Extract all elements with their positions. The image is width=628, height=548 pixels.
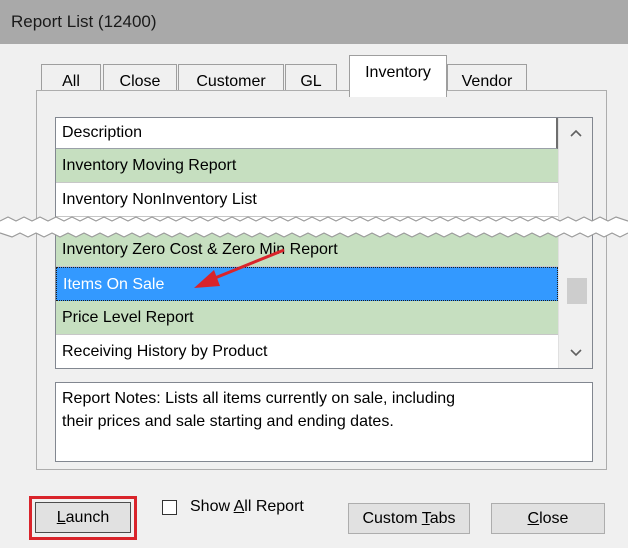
tab-label: Customer [196,72,266,90]
report-notes-line: their prices and sale starting and endin… [62,413,394,430]
list-item-label: Items On Sale [63,276,165,293]
tab-label: Inventory [365,64,431,81]
list-item-label: Price Level Report [62,309,194,326]
column-header-description[interactable]: Description [56,118,558,149]
report-notes-box: Report Notes: Lists all items currently … [55,382,593,462]
close-button[interactable]: Close [491,503,605,534]
tab-inventory[interactable]: Inventory [349,55,447,97]
tab-label: Vendor [461,72,513,90]
report-list-window: Report List (12400) All Close Customer G… [0,0,628,548]
annotation-arrow-icon [194,248,285,288]
list-item-selected[interactable]: Items On Sale [56,267,558,301]
list-item[interactable]: Price Level Report [56,301,558,335]
list-item-label: Inventory Moving Report [62,157,237,174]
report-notes-line: Report Notes: Lists all items currently … [62,390,456,407]
list-item[interactable]: Inventory Moving Report [56,149,558,183]
title-bar: Report List (12400) [0,0,628,44]
tab-label: Close [119,72,161,90]
custom-tabs-button-label: Custom Tabs [362,509,456,527]
launch-highlight-box [29,496,137,540]
list-item-label: Receiving History by Product [62,343,268,360]
show-all-report-checkbox[interactable] [162,500,177,515]
tab-label: All [62,72,80,90]
vertical-scrollbar[interactable] [558,118,592,368]
chevron-down-icon[interactable] [559,338,592,368]
column-header-label: Description [62,124,143,141]
list-item[interactable]: Receiving History by Product [56,335,558,368]
report-listbox[interactable]: Description Inventory Moving Report Inve… [55,117,593,369]
window-title: Report List (12400) [11,12,157,31]
list-item-label: Inventory NonInventory List [62,191,257,208]
chevron-up-icon[interactable] [559,118,592,148]
torn-edge-break [0,216,628,238]
custom-tabs-button[interactable]: Custom Tabs [348,503,470,534]
show-all-report-label[interactable]: Show All Report [190,498,304,516]
tab-label: GL [300,72,322,90]
close-button-label: Close [527,509,569,527]
scrollbar-thumb[interactable] [567,278,587,304]
